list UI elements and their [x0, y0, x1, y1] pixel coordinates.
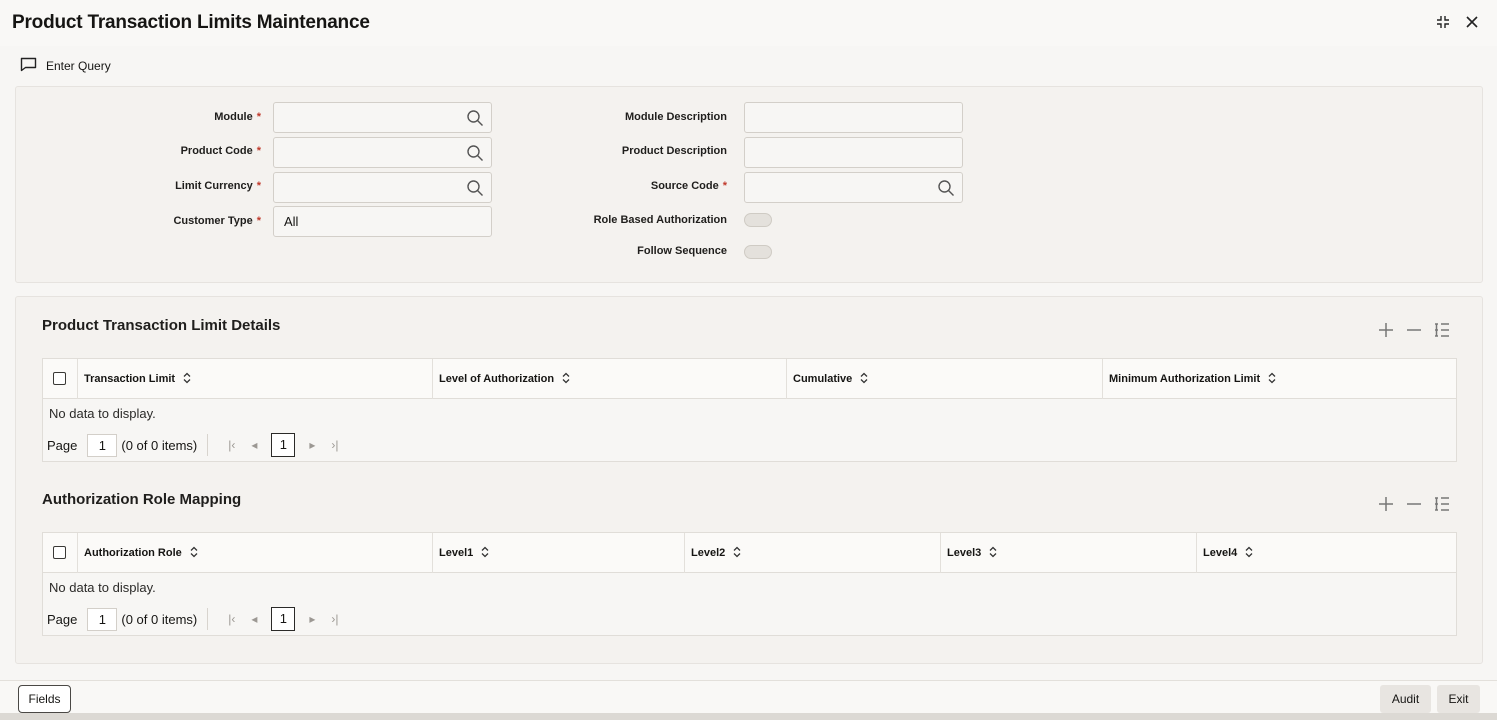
module-description-field[interactable]	[744, 102, 963, 133]
role-based-authorization-label: Role Based Authorization	[593, 214, 727, 226]
sort-icon[interactable]	[189, 546, 199, 561]
last-page-icon[interactable]: ›|	[331, 612, 338, 626]
column-header-transaction-limit[interactable]: Transaction Limit	[77, 359, 432, 399]
bottom-divider	[0, 713, 1497, 720]
sort-icon[interactable]	[1267, 372, 1277, 387]
limit-details-grid: Transaction Limit Level of Authorization…	[42, 358, 1457, 462]
pager-divider	[207, 608, 209, 630]
column-header-level2[interactable]: Level2	[684, 533, 940, 573]
limit-currency-input[interactable]	[273, 172, 492, 203]
sort-icon[interactable]	[732, 546, 742, 561]
source-code-input[interactable]	[744, 172, 963, 203]
module-description-label: Module Description	[624, 111, 727, 123]
close-icon[interactable]	[1463, 13, 1481, 31]
current-page-button[interactable]: 1	[271, 433, 296, 457]
role-mapping-header: Authorization Role Level1 Level2 Level3 …	[43, 533, 1456, 573]
minus-icon[interactable]	[1405, 321, 1423, 344]
source-code-label: Source Code *	[650, 180, 727, 192]
customer-type-label: Customer Type *	[173, 215, 261, 227]
module-input[interactable]	[273, 102, 492, 133]
product-description-label: Product Description	[621, 145, 727, 157]
sort-icon[interactable]	[561, 372, 571, 387]
search-icon[interactable]	[466, 179, 484, 197]
page-label: Page	[47, 611, 78, 627]
sort-icon[interactable]	[988, 546, 998, 561]
role-based-authorization-toggle[interactable]	[744, 213, 772, 227]
sort-icon[interactable]	[182, 372, 192, 387]
role-mapping-actions	[1377, 495, 1451, 518]
chat-bubble-icon	[20, 57, 37, 75]
page-number-input[interactable]: 1	[87, 433, 118, 457]
pager-divider	[207, 434, 209, 456]
empty-message: No data to display.	[49, 406, 156, 421]
enter-query-label: Enter Query	[46, 59, 111, 73]
column-header-cumulative[interactable]: Cumulative	[786, 359, 1102, 399]
pagination: Page 1 (0 of 0 items) |‹ ◂ 1 ▸ ›|	[47, 433, 347, 457]
search-icon[interactable]	[466, 144, 484, 162]
column-header-level3[interactable]: Level3	[940, 533, 1196, 573]
list-settings-icon[interactable]	[1433, 321, 1451, 344]
audit-button[interactable]: Audit	[1380, 685, 1431, 713]
items-count: (0 of 0 items)	[121, 611, 198, 627]
role-mapping-grid: Authorization Role Level1 Level2 Level3 …	[42, 532, 1457, 636]
select-all-checkbox[interactable]	[53, 372, 66, 385]
list-settings-icon[interactable]	[1433, 495, 1451, 518]
product-code-label: Product Code *	[180, 145, 261, 157]
empty-message: No data to display.	[49, 580, 156, 595]
page-title: Product Transaction Limits Maintenance	[12, 12, 370, 33]
search-icon[interactable]	[937, 179, 955, 197]
column-header-level-of-authorization[interactable]: Level of Authorization	[432, 359, 786, 399]
next-page-icon[interactable]: ▸	[309, 438, 315, 452]
details-panel: Product Transaction Limit Details Transa…	[15, 296, 1483, 664]
page-label: Page	[47, 437, 78, 453]
minus-icon[interactable]	[1405, 495, 1423, 518]
fields-button[interactable]: Fields	[18, 685, 71, 713]
exit-button[interactable]: Exit	[1437, 685, 1480, 713]
column-header-level4[interactable]: Level4	[1196, 533, 1456, 573]
sort-icon[interactable]	[859, 372, 869, 387]
items-count: (0 of 0 items)	[121, 437, 198, 453]
plus-icon[interactable]	[1377, 321, 1395, 344]
limit-details-actions	[1377, 321, 1451, 344]
pagination: Page 1 (0 of 0 items) |‹ ◂ 1 ▸ ›|	[47, 607, 347, 631]
sort-icon[interactable]	[480, 546, 490, 561]
collapse-icon[interactable]	[1434, 13, 1452, 31]
previous-page-icon[interactable]: ◂	[251, 438, 257, 452]
previous-page-icon[interactable]: ◂	[251, 612, 257, 626]
title-bar: Product Transaction Limits Maintenance	[0, 0, 1497, 46]
last-page-icon[interactable]: ›|	[331, 438, 338, 452]
follow-sequence-label: Follow Sequence	[637, 245, 727, 257]
first-page-icon[interactable]: |‹	[228, 612, 235, 626]
module-label: Module *	[214, 111, 261, 123]
enter-query-button[interactable]: Enter Query	[20, 56, 111, 76]
column-header-authorization-role[interactable]: Authorization Role	[77, 533, 432, 573]
product-description-field[interactable]	[744, 137, 963, 168]
search-icon[interactable]	[466, 109, 484, 127]
first-page-icon[interactable]: |‹	[228, 438, 235, 452]
header-form-panel: Module * Product Code * Limit Currency * Cu…	[15, 86, 1483, 283]
product-code-input[interactable]	[273, 137, 492, 168]
next-page-icon[interactable]: ▸	[309, 612, 315, 626]
column-header-level1[interactable]: Level1	[432, 533, 684, 573]
column-header-minimum-authorization-limit[interactable]: Minimum Authorization Limit	[1102, 359, 1456, 399]
limit-details-header: Transaction Limit Level of Authorization…	[43, 359, 1456, 399]
plus-icon[interactable]	[1377, 495, 1395, 518]
current-page-button[interactable]: 1	[271, 607, 296, 631]
limit-details-title: Product Transaction Limit Details	[42, 317, 281, 334]
role-mapping-title: Authorization Role Mapping	[42, 491, 242, 508]
select-all-checkbox[interactable]	[53, 546, 66, 559]
page-number-input[interactable]: 1	[87, 607, 118, 631]
follow-sequence-toggle[interactable]	[744, 245, 772, 259]
customer-type-select[interactable]: All	[273, 206, 492, 237]
limit-currency-label: Limit Currency *	[175, 180, 261, 192]
sort-icon[interactable]	[1244, 546, 1254, 561]
